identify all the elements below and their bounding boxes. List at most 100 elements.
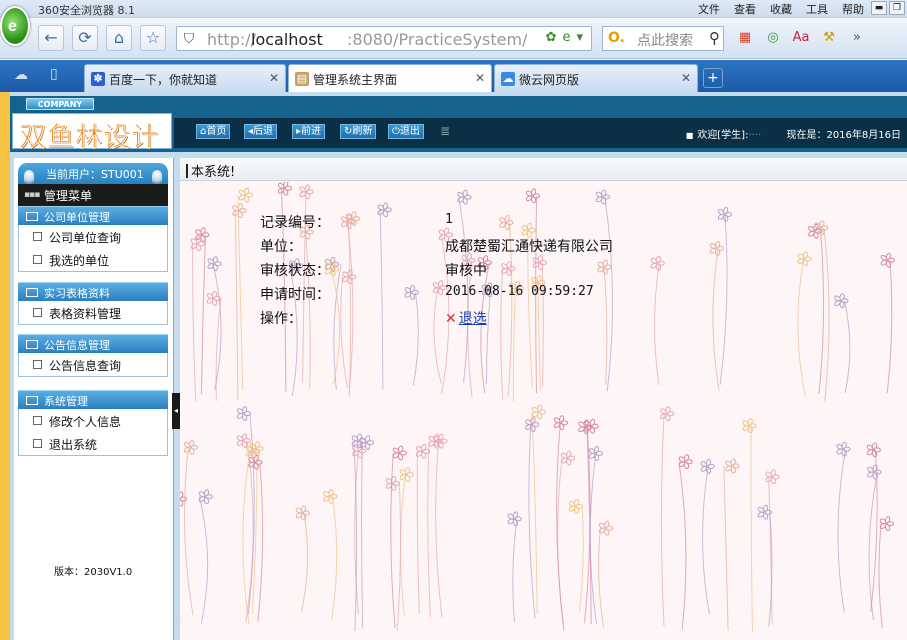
apps-icon[interactable]: ▦ (734, 29, 756, 47)
flower-stem (531, 411, 538, 614)
menu-favorites[interactable]: 收藏 (763, 1, 799, 17)
close-icon[interactable]: ✕ (475, 71, 485, 85)
flower-stem (823, 227, 830, 402)
address-bar[interactable]: ⛉ http:// localhost :8080/PracticeSystem… (176, 26, 592, 51)
reload-button[interactable]: ⟳ (72, 25, 98, 51)
menu-file[interactable]: 文件 (691, 1, 727, 17)
browser-logo[interactable]: e (0, 6, 30, 46)
flower-petal (241, 433, 248, 441)
flower-petal (512, 511, 519, 519)
refresh-nav-button[interactable]: ↻刷新 (340, 124, 377, 139)
tab-main-system[interactable]: ▤ 管理系统主界面 ✕ (288, 64, 492, 92)
sidebar-item-forms[interactable]: 表格资料管理 (19, 301, 167, 324)
browser-window: 360安全浏览器 8.1 文件 查看 收藏 工具 帮助 ▬ ❐ ← ⟳ ⌂ ☆ … (0, 0, 907, 640)
page-left-strip (0, 92, 10, 640)
tab-weiyun[interactable]: ☁ 微云网页版 ✕ (494, 64, 698, 92)
logout-nav-button[interactable]: ⏻退出 (388, 124, 424, 139)
close-icon[interactable]: ✕ (269, 71, 279, 85)
sidebar-collapse-handle[interactable]: ◂ (172, 393, 180, 429)
withdraw-link[interactable]: 退选 (459, 311, 487, 327)
tab-bar: ☁ ▯ ✽ 百度一下，你就知道 ✕ ▤ 管理系统主界面 ✕ ☁ 微云网页版 ✕ … (0, 60, 907, 92)
home-button[interactable]: ⌂ (106, 25, 132, 51)
doc-icon (33, 416, 42, 425)
flower-petal (304, 184, 310, 192)
site-logo: 双鱼林设计 (12, 113, 172, 154)
tools-icon[interactable]: ⚒ (818, 29, 840, 47)
folder-icon (26, 396, 38, 405)
flower-stem (390, 452, 396, 628)
flower-stem (797, 258, 806, 398)
section-header[interactable]: 公告信息管理 (18, 334, 168, 353)
tab-baidu[interactable]: ✽ 百度一下，你就知道 ✕ (84, 64, 286, 92)
section-system: 系统管理 修改个人信息 退出系统 (18, 390, 168, 456)
security-icon[interactable]: ◎ (762, 29, 784, 47)
more-icon[interactable]: » (846, 29, 868, 47)
flower-petal (665, 406, 671, 414)
flower-petal (211, 290, 218, 299)
flower-petal (573, 498, 580, 507)
flower-petal (714, 240, 721, 249)
flower-stem (712, 248, 720, 392)
search-box[interactable]: O. 点此搜索 ⚲ (602, 26, 724, 51)
flower-stem (331, 496, 338, 619)
flower-petal (243, 187, 250, 195)
flower-stem (467, 260, 473, 398)
flower-stem (485, 289, 492, 385)
sidebar-item-notice-query[interactable]: 公告信息查询 (19, 353, 167, 376)
flower-petal (421, 443, 427, 452)
forward-nav-button[interactable]: ▸前进 (292, 124, 326, 139)
flower-stem (723, 465, 729, 631)
flower-stem (396, 483, 402, 632)
sidebar-item-company-query[interactable]: 公司单位查询 (19, 225, 167, 248)
back-nav-button[interactable]: ◂后退 (244, 124, 278, 139)
cloud-sync-icon[interactable]: ☁ (14, 67, 28, 83)
flower-stem (750, 425, 753, 632)
header-nav: ⌂首页 ◂后退 ▸前进 ↻刷新 ⏻退出 ≣ ■ 欢迎[学生]:···· 现在是：20… (174, 118, 907, 148)
sidebar-item-my-units[interactable]: 我选的单位 (19, 248, 167, 271)
sidebar-item-edit-profile[interactable]: 修改个人信息 (19, 409, 167, 432)
flower-stem (878, 523, 883, 629)
flower-stem (361, 442, 364, 628)
doc-icon (33, 255, 42, 264)
restore-icon[interactable]: ❐ (889, 1, 905, 15)
flower-stem (886, 260, 893, 394)
browser-extensions: ▦ ◎ Aa ⚒ » (734, 29, 868, 47)
browser-menu: 文件 查看 收藏 工具 帮助 (691, 1, 871, 17)
adblock-icon[interactable]: Aa (790, 29, 812, 47)
minimize-icon[interactable]: ▬ (871, 1, 887, 15)
tab-list-icon[interactable]: ▯ (50, 66, 58, 82)
flower-petal (655, 255, 662, 264)
flower-petal (683, 454, 690, 462)
search-engine-icon[interactable]: O. (608, 30, 625, 46)
address-path: :8080/PracticeSystem/login/lc (347, 30, 527, 49)
flower-stem (435, 441, 443, 618)
section-header[interactable]: 实习表格资料 (18, 282, 168, 301)
flower-petal (438, 433, 444, 441)
menu-lines-icon: ≣ (440, 124, 451, 138)
flower-petal (397, 445, 404, 453)
home-nav-button[interactable]: ⌂首页 (196, 124, 231, 139)
search-icon[interactable]: ⚲ (709, 29, 720, 47)
site-header: COMPANY 双鱼林设计 ⌂首页 ◂后退 ▸前进 ↻刷新 ⏻退出 ≣ ■ 欢迎[… (10, 96, 907, 154)
doc-icon (33, 439, 42, 448)
cloud-icon: ☁ (501, 72, 515, 86)
section-header[interactable]: 公司单位管理 (18, 206, 168, 225)
flower-petal (770, 469, 776, 477)
sidebar-item-exit[interactable]: 退出系统 (19, 432, 167, 455)
doc-icon (33, 308, 42, 317)
favorite-star-button[interactable]: ☆ (140, 25, 166, 51)
menu-help[interactable]: 帮助 (835, 1, 871, 17)
flower-petal (526, 222, 532, 231)
menu-tools[interactable]: 工具 (799, 1, 835, 17)
flower-petal (819, 220, 825, 228)
flower-petal (536, 404, 543, 412)
address-actions-icon[interactable]: ✿e▾ (546, 30, 589, 45)
close-icon[interactable]: ✕ (681, 71, 691, 85)
back-button[interactable]: ← (38, 25, 64, 51)
search-placeholder: 点此搜索 (637, 33, 693, 49)
flower-stem (257, 462, 264, 622)
menu-view[interactable]: 查看 (727, 1, 763, 17)
new-tab-button[interactable]: + (703, 68, 723, 88)
section-header[interactable]: 系统管理 (18, 390, 168, 409)
flower-petal (872, 464, 878, 472)
